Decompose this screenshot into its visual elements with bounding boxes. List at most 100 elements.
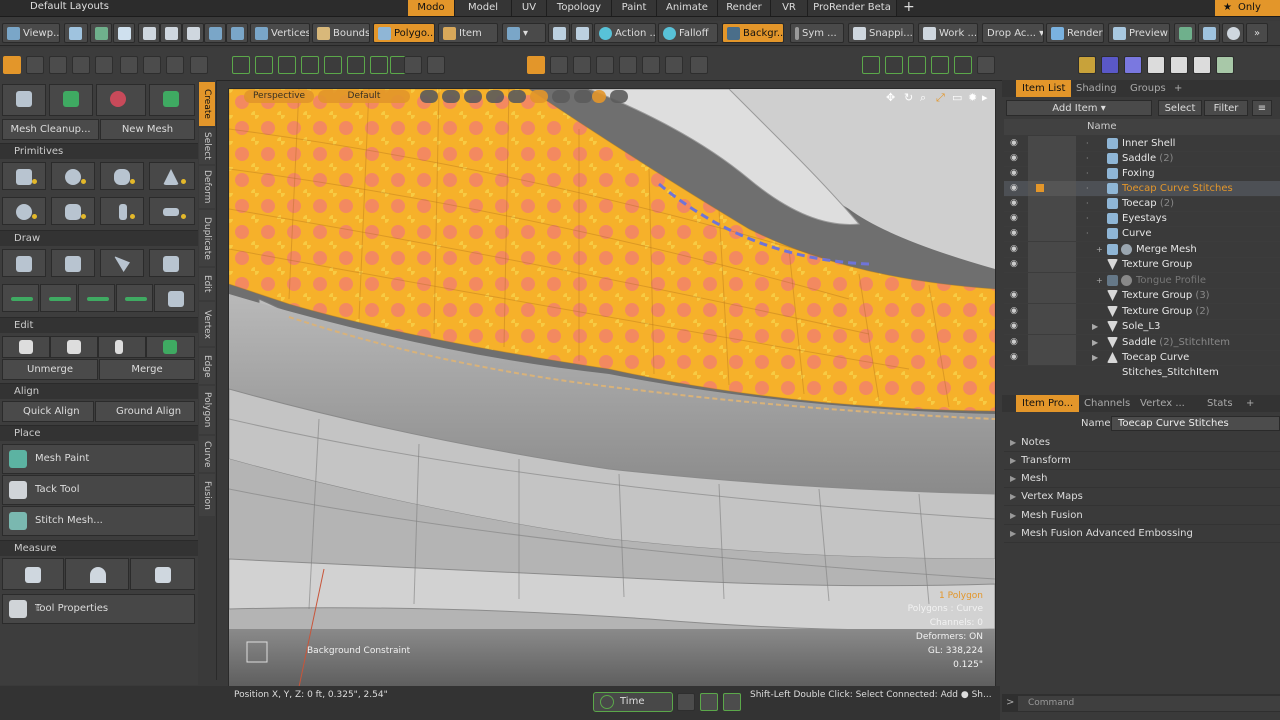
globe-view-icon[interactable] <box>954 56 972 74</box>
spline-draw-icon[interactable] <box>78 284 115 312</box>
vertices-button[interactable]: Vertices <box>250 23 310 43</box>
selection-mode-dropdown[interactable]: ▾ <box>502 23 546 43</box>
layout-title[interactable]: Default Layouts <box>30 1 109 12</box>
place-header[interactable]: Place <box>0 425 198 441</box>
measure-header[interactable]: Measure <box>0 540 198 556</box>
clock-icon[interactable] <box>120 56 138 74</box>
maximize-icon[interactable]: ▭ <box>952 91 962 104</box>
polygon-mode-icon[interactable] <box>596 56 614 74</box>
add-mode-icon[interactable] <box>690 56 708 74</box>
tab-item-properties[interactable]: Item Pro... <box>1016 395 1080 412</box>
symmetry-button[interactable] <box>548 23 570 43</box>
eye-icon[interactable]: ◉ <box>1010 226 1018 241</box>
time-button[interactable]: Time <box>593 692 673 712</box>
tab-edge[interactable]: Edge <box>199 348 215 384</box>
shoe-model-render[interactable] <box>229 89 995 687</box>
cube-primitive-icon[interactable] <box>2 162 46 190</box>
eye-icon[interactable]: ◉ <box>1010 304 1018 319</box>
snap-cube-button[interactable] <box>571 23 593 43</box>
tab-vertex-maps[interactable]: Vertex ... <box>1140 395 1185 412</box>
copy-tool-icon[interactable] <box>301 56 319 74</box>
list-view-icon[interactable] <box>862 56 880 74</box>
tab-polygon[interactable]: Polygon <box>199 386 215 434</box>
component-mode-icon[interactable] <box>527 56 545 74</box>
timeline-icon[interactable] <box>700 693 718 711</box>
chevron-right-icon[interactable]: ▶ <box>1092 350 1098 365</box>
shadow-toggle-icon[interactable] <box>508 90 526 103</box>
zoom-icon[interactable]: ⌕ <box>920 91 926 105</box>
item-mode-icon[interactable] <box>642 56 660 74</box>
tack-tool-button[interactable]: Tack Tool <box>2 475 195 505</box>
smooth-toggle-icon[interactable] <box>464 90 482 103</box>
list-item[interactable]: ◉ · Eyestays <box>1004 211 1280 227</box>
item-button[interactable]: Item <box>438 23 498 43</box>
layout-button[interactable] <box>64 23 88 43</box>
tab-create[interactable]: Create <box>199 82 215 126</box>
list-item[interactable]: ◉ · Saddle (2) <box>1004 151 1280 167</box>
scissors-icon[interactable] <box>2 336 50 358</box>
plane-primitive-icon[interactable] <box>149 197 195 225</box>
paint-select-button[interactable] <box>182 23 204 43</box>
eye-icon[interactable]: ◉ <box>1010 335 1018 350</box>
curve-draw-icon[interactable] <box>2 284 39 312</box>
list-item[interactable]: ◉ ▶ Saddle (2)_StitchItem <box>1004 335 1280 351</box>
expand-icon[interactable]: + <box>1096 273 1103 288</box>
camera-toggle-icon[interactable] <box>574 90 592 103</box>
uv-view-icon[interactable] <box>908 56 926 74</box>
new-mesh-button[interactable]: New Mesh <box>100 119 195 140</box>
mesh-cleanup-button[interactable]: Mesh Cleanup... <box>2 119 99 140</box>
env-icon[interactable] <box>1193 56 1211 74</box>
list-item[interactable]: ◉ · Foxing <box>1004 166 1280 182</box>
name-column-header[interactable]: Name <box>1087 121 1117 132</box>
eye-icon[interactable]: ◉ <box>1010 350 1018 365</box>
axis-toggle-icon[interactable] <box>530 90 548 103</box>
stack-view-icon[interactable] <box>885 56 903 74</box>
add-item-button[interactable]: Add Item ▾ <box>1006 100 1152 116</box>
ruler-icon[interactable] <box>2 558 64 590</box>
cylinder-primitive-icon[interactable] <box>51 197 95 225</box>
cone-primitive-icon[interactable] <box>149 162 195 190</box>
viewport-button[interactable]: Viewp... <box>2 23 60 43</box>
move-tool-icon[interactable] <box>49 84 93 116</box>
workplane-button[interactable]: Work ... <box>918 23 978 43</box>
image-view-icon[interactable] <box>931 56 949 74</box>
list-item[interactable]: ◉ · Inner Shell <box>1004 136 1280 152</box>
shader-ball-icon[interactable] <box>1078 56 1096 74</box>
sheet-draw-icon[interactable] <box>154 284 195 312</box>
sliders-right-button[interactable] <box>1174 23 1196 43</box>
falloff-button[interactable]: Falloff <box>658 23 718 43</box>
material-icon[interactable] <box>1170 56 1188 74</box>
eye-icon[interactable]: ◉ <box>1010 242 1018 257</box>
command-input[interactable]: Command <box>1018 696 1280 711</box>
lock-icon[interactable] <box>143 56 161 74</box>
expand-button[interactable]: » <box>1246 23 1268 43</box>
material-mode-icon[interactable] <box>619 56 637 74</box>
tab-edit[interactable]: Edit <box>199 268 215 300</box>
add-icon[interactable] <box>404 56 422 74</box>
list-item[interactable]: ◉ + Merge Mesh <box>1004 242 1280 258</box>
preview-button[interactable]: Preview <box>1108 23 1170 43</box>
tab-deform[interactable]: Deform <box>199 166 215 208</box>
eye-icon[interactable]: ◉ <box>1010 211 1018 226</box>
tab-topology[interactable]: Topology <box>547 0 612 16</box>
expand-icon[interactable]: + <box>1096 242 1103 257</box>
tab-duplicate[interactable]: Duplicate <box>199 210 215 266</box>
freehand-draw-icon[interactable] <box>116 284 153 312</box>
tab-channels[interactable]: Channels <box>1084 395 1130 412</box>
merge-button[interactable]: Merge <box>99 359 195 380</box>
add-view-icon[interactable] <box>977 56 995 74</box>
select-tool-icon[interactable] <box>49 56 67 74</box>
node-tool-icon[interactable] <box>278 56 296 74</box>
copy-icon[interactable] <box>50 336 98 358</box>
list-item[interactable]: ◉ · Curve <box>1004 226 1280 242</box>
tab-shading[interactable]: Shading <box>1076 80 1117 97</box>
viewport-tool-icon[interactable] <box>232 56 250 74</box>
gear-icon[interactable]: ✹ <box>968 91 977 104</box>
list-item[interactable]: ◉ Texture Group <box>1004 257 1280 273</box>
tab-prorender[interactable]: ProRender Beta <box>808 0 897 16</box>
pan-icon[interactable]: ✥ <box>886 91 895 104</box>
fit-tool-icon[interactable] <box>370 56 388 74</box>
tab-uv[interactable]: UV <box>512 0 547 16</box>
list-item[interactable]: ◉ Texture Group (2) <box>1004 304 1280 320</box>
align-header[interactable]: Align <box>0 383 198 399</box>
